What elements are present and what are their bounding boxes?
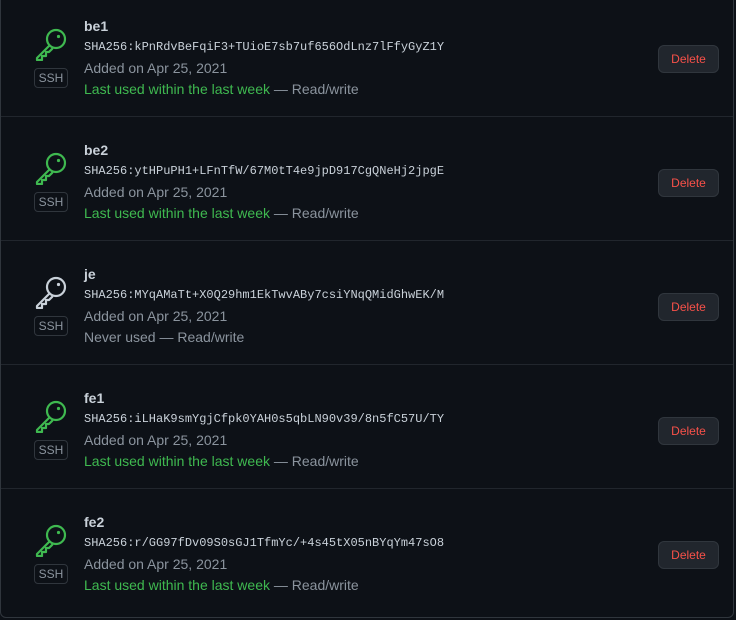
key-info: be2 SHA256:ytHPuPH1+LFnTfW/67M0tT4e9jpD9… [84, 141, 624, 222]
key-fingerprint: SHA256:kPnRdvBeFqiF3+TUioE7sb7uf656OdLnz… [84, 40, 445, 54]
delete-button[interactable]: Delete [658, 169, 719, 197]
key-fingerprint: SHA256:ytHPuPH1+LFnTfW/67M0tT4e9jpD917Cg… [84, 164, 445, 178]
ssh-key-row: SSH je SHA256:MYqAMaTt+X0Q29hm1EkTwvABy7… [1, 241, 733, 365]
key-added-date: Added on Apr 25, 2021 [84, 432, 228, 448]
key-added-date: Added on Apr 25, 2021 [84, 60, 228, 76]
key-icon [34, 275, 68, 309]
key-usage: Never used — Read/write [84, 328, 624, 346]
key-access: — Read/write [270, 453, 359, 469]
ssh-badge: SSH [34, 564, 68, 584]
key-icon [34, 27, 68, 61]
key-title: fe2 [84, 514, 105, 530]
key-usage: Last used within the last week — Read/wr… [84, 452, 624, 470]
key-info: je SHA256:MYqAMaTt+X0Q29hm1EkTwvABy7csiY… [84, 265, 624, 346]
key-last-used: Last used within the last week [84, 577, 270, 593]
ssh-key-list: SSH be1 SHA256:kPnRdvBeFqiF3+TUioE7sb7uf… [0, 0, 734, 618]
key-access: — Read/write [270, 205, 359, 221]
key-fingerprint: SHA256:iLHaK9smYgjCfpk0YAH0s5qbLN90v39/8… [84, 412, 445, 426]
key-last-used: Last used within the last week [84, 81, 270, 97]
key-icon [34, 151, 68, 185]
key-added-date: Added on Apr 25, 2021 [84, 184, 228, 200]
key-info: fe1 SHA256:iLHaK9smYgjCfpk0YAH0s5qbLN90v… [84, 389, 624, 470]
key-fingerprint: SHA256:r/GG97fDv09S0sGJ1TfmYc/+4s45tX05n… [84, 536, 445, 550]
ssh-badge: SSH [34, 192, 68, 212]
ssh-badge: SSH [34, 68, 68, 88]
ssh-badge: SSH [34, 440, 68, 460]
key-icon [34, 399, 68, 433]
delete-button[interactable]: Delete [658, 417, 719, 445]
ssh-key-row: SSH fe2 SHA256:r/GG97fDv09S0sGJ1TfmYc/+4… [1, 489, 733, 613]
key-fingerprint: SHA256:MYqAMaTt+X0Q29hm1EkTwvABy7csiYNqQ… [84, 288, 445, 302]
ssh-key-row: SSH fe1 SHA256:iLHaK9smYgjCfpk0YAH0s5qbL… [1, 365, 733, 489]
key-title: fe1 [84, 390, 105, 406]
delete-button[interactable]: Delete [658, 293, 719, 321]
key-usage: Last used within the last week — Read/wr… [84, 80, 624, 98]
key-icon [34, 523, 68, 557]
delete-button[interactable]: Delete [658, 45, 719, 73]
key-last-used: Last used within the last week [84, 205, 270, 221]
key-access: — Read/write [270, 81, 359, 97]
ssh-key-row: SSH be1 SHA256:kPnRdvBeFqiF3+TUioE7sb7uf… [1, 0, 733, 117]
key-added-date: Added on Apr 25, 2021 [84, 556, 228, 572]
key-info: fe2 SHA256:r/GG97fDv09S0sGJ1TfmYc/+4s45t… [84, 513, 624, 594]
key-access: — Read/write [155, 329, 245, 345]
ssh-key-row: SSH be2 SHA256:ytHPuPH1+LFnTfW/67M0tT4e9… [1, 117, 733, 241]
key-added-date: Added on Apr 25, 2021 [84, 308, 228, 324]
key-usage: Last used within the last week — Read/wr… [84, 204, 624, 222]
key-last-used: Never used [84, 329, 156, 345]
key-last-used: Last used within the last week [84, 453, 270, 469]
key-usage: Last used within the last week — Read/wr… [84, 576, 624, 594]
key-title: be2 [84, 142, 109, 158]
key-title: be1 [84, 18, 109, 34]
key-title: je [84, 266, 96, 282]
key-info: be1 SHA256:kPnRdvBeFqiF3+TUioE7sb7uf656O… [84, 17, 624, 98]
delete-button[interactable]: Delete [658, 541, 719, 569]
key-access: — Read/write [270, 577, 359, 593]
ssh-badge: SSH [34, 316, 68, 336]
